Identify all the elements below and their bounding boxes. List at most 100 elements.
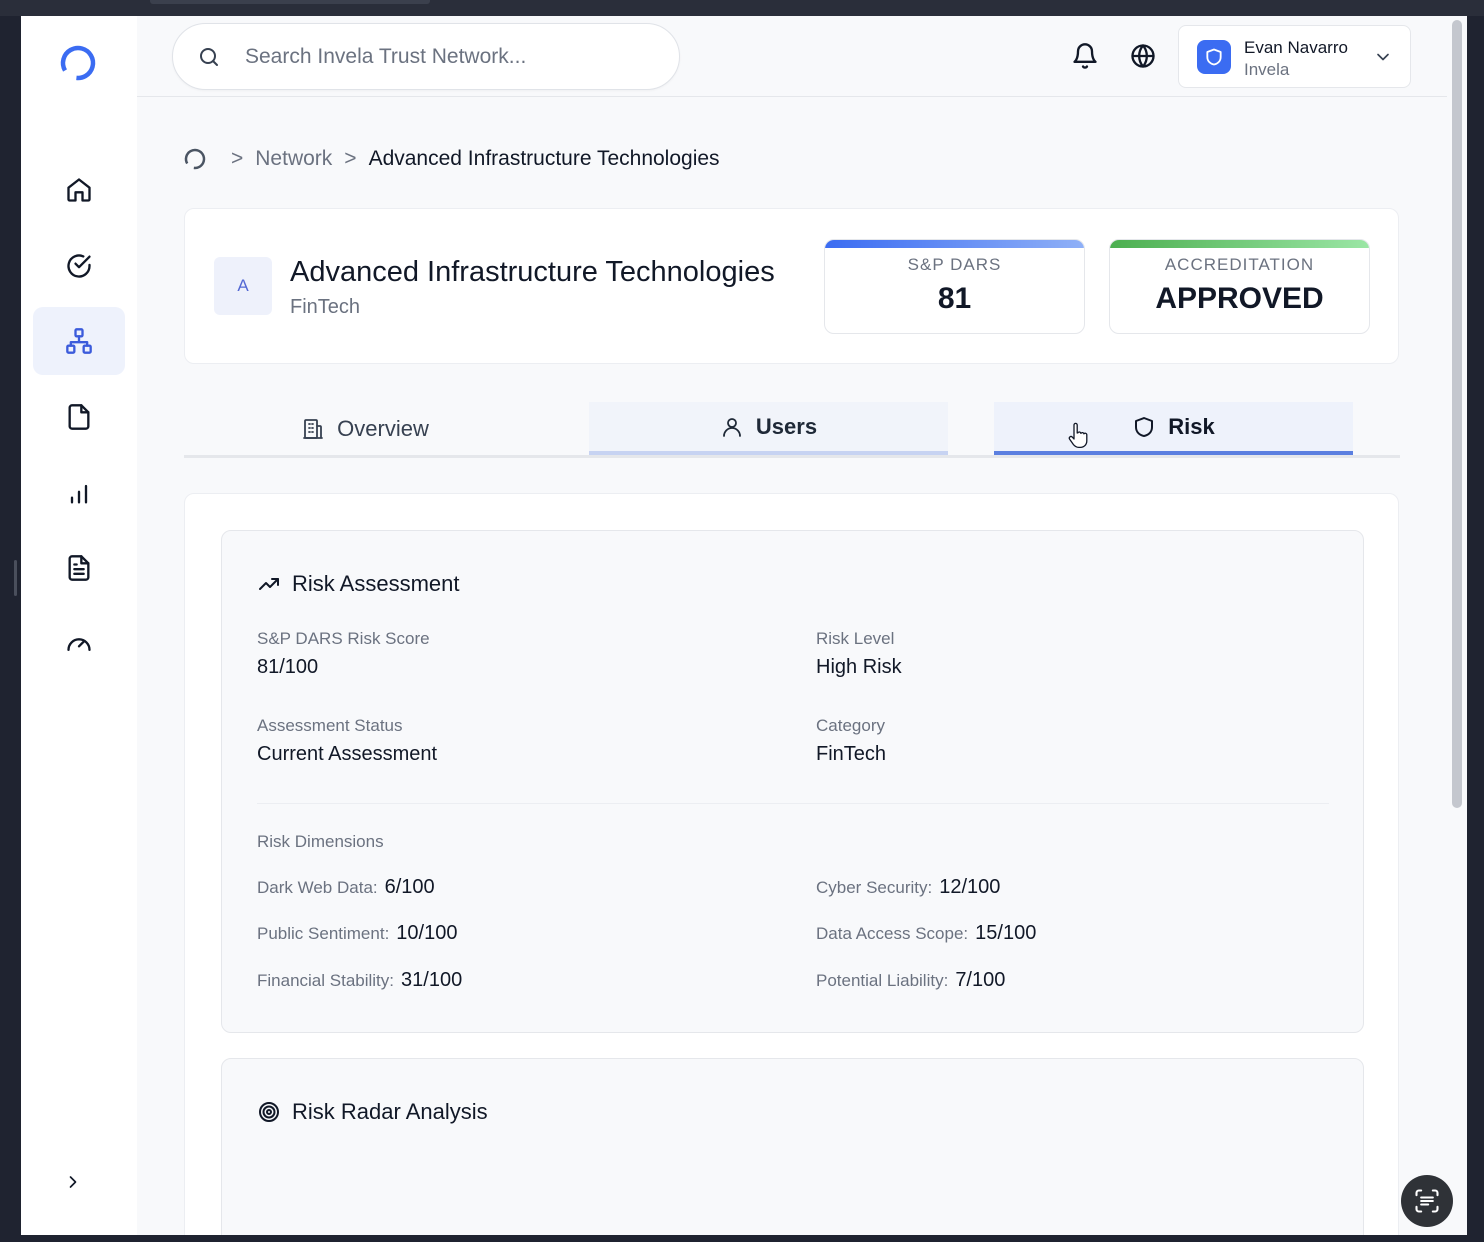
breadcrumb-network-link[interactable]: Network (255, 147, 332, 171)
globe-icon (1131, 44, 1155, 68)
dimension-value: 7/100 (955, 969, 1006, 991)
notifications-button[interactable] (1071, 42, 1099, 70)
sidebar-item-documents[interactable] (33, 534, 125, 602)
chevron-right-icon (69, 1176, 77, 1188)
tab-risk[interactable]: Risk (994, 402, 1353, 455)
stat-value: 81 (937, 282, 972, 315)
company-avatar: A (214, 257, 272, 315)
dimension-data-access-scope: Data Access Scope: 15/100 (816, 922, 1036, 945)
field-value: High Risk (816, 656, 902, 678)
search-icon (200, 47, 218, 66)
search-bar[interactable] (172, 23, 680, 90)
dimension-public-sentiment: Public Sentiment: 10/100 (257, 922, 457, 945)
tab-label: Overview (337, 415, 429, 441)
tab-label: Users (755, 413, 818, 439)
dimension-label: Dark Web Data: (257, 878, 378, 897)
home-logo-icon[interactable] (183, 147, 207, 171)
risk-radar-card: Risk Radar Analysis (221, 1058, 1364, 1235)
breadcrumb-separator: > (344, 147, 357, 170)
accreditation-card: ACCREDITATION APPROVED (1109, 239, 1370, 334)
dars-score-card: S&P DARS 81 (824, 239, 1085, 334)
scan-text-icon (1415, 1189, 1439, 1213)
sidebar-item-home[interactable] (33, 156, 125, 224)
target-icon (259, 1102, 279, 1122)
document-text-icon (68, 555, 90, 581)
invela-logo-icon[interactable] (57, 42, 99, 84)
company-tabs: Overview Users Risk (184, 402, 1400, 458)
browser-top-strip (0, 0, 1484, 16)
user-name: Evan Navarro (1244, 38, 1348, 57)
building-icon (303, 418, 324, 439)
company-name: Advanced Infrastructure Technologies (290, 256, 775, 288)
dimension-label: Cyber Security: (816, 878, 933, 897)
dimension-potential-liability: Potential Liability: 7/100 (816, 969, 1005, 992)
browser-tab-hint (150, 0, 430, 4)
window-resize-handle[interactable] (14, 560, 17, 596)
risk-radar-title: Risk Radar Analysis (257, 1099, 488, 1125)
home-icon (67, 178, 91, 202)
bell-icon (1073, 43, 1097, 69)
assessment-status-field: Assessment Status Current Assessment (257, 716, 437, 766)
company-category: FinTech (290, 296, 361, 318)
dimension-value: 31/100 (401, 969, 463, 991)
company-shield-avatar (1197, 40, 1231, 74)
dimension-financial-stability: Financial Stability: 31/100 (257, 969, 462, 992)
scan-button[interactable] (1401, 1175, 1453, 1227)
risk-level-field: Risk Level High Risk (816, 629, 902, 679)
app-window: Evan Navarro Invela > Network > Advanced… (21, 16, 1467, 1235)
file-icon (68, 404, 90, 430)
field-label: Category (816, 716, 885, 735)
sidebar-item-network[interactable] (33, 307, 125, 375)
dars-accent-bar (825, 240, 1084, 248)
risk-assessment-card: Risk Assessment S&P DARS Risk Score 81/1… (221, 530, 1364, 1033)
language-button[interactable] (1129, 42, 1157, 70)
dimension-label: Public Sentiment: (257, 924, 390, 943)
chevron-down-icon (1377, 53, 1389, 61)
tab-overview[interactable]: Overview (184, 402, 546, 455)
risk-dimensions-title: Risk Dimensions (257, 832, 384, 851)
sidebar-expand-button[interactable] (61, 1170, 85, 1194)
dimension-label: Data Access Scope: (816, 924, 969, 943)
search-input[interactable] (245, 44, 645, 69)
dimension-value: 12/100 (939, 876, 1001, 898)
user-menu[interactable]: Evan Navarro Invela (1178, 25, 1411, 88)
top-header: Evan Navarro Invela (137, 16, 1447, 97)
stat-value: APPROVED (1155, 282, 1324, 315)
field-label: Assessment Status (257, 716, 403, 735)
card-title-text: Risk Radar Analysis (292, 1099, 488, 1124)
field-value: Current Assessment (257, 743, 438, 765)
field-label: Risk Level (816, 629, 895, 648)
gauge-icon (67, 638, 91, 651)
bar-chart-icon (70, 484, 88, 504)
sidebar-item-insights[interactable] (33, 459, 125, 527)
dimension-cyber-security: Cyber Security: 12/100 (816, 876, 1000, 899)
tab-users[interactable]: Users (589, 402, 948, 455)
field-label: S&P DARS Risk Score (257, 629, 430, 648)
sidebar (21, 16, 137, 1235)
dimension-dark-web-data: Dark Web Data: 6/100 (257, 876, 435, 899)
dimension-label: Potential Liability: (816, 971, 949, 990)
sidebar-item-files[interactable] (33, 383, 125, 451)
hand-cursor-icon (1068, 422, 1088, 449)
risk-assessment-title: Risk Assessment (257, 571, 460, 597)
scrollbar-thumb[interactable] (1452, 20, 1462, 808)
user-org: Invela (1244, 60, 1290, 79)
dimension-value: 15/100 (975, 922, 1037, 944)
field-value: 81/100 (257, 656, 319, 678)
company-header-card: A Advanced Infrastructure Technologies F… (184, 208, 1399, 364)
shield-icon (1206, 48, 1222, 66)
sidebar-item-tasks[interactable] (33, 232, 125, 300)
accreditation-accent-bar (1110, 240, 1369, 248)
dimension-value: 10/100 (396, 922, 458, 944)
sidebar-item-dashboard[interactable] (33, 610, 125, 678)
trending-up-icon (259, 578, 279, 590)
section-divider (257, 803, 1329, 804)
tab-label: Risk (1168, 413, 1215, 439)
breadcrumb: > Network > Advanced Infrastructure Tech… (183, 146, 720, 172)
check-circle-icon (67, 254, 91, 278)
breadcrumb-separator: > (231, 147, 244, 170)
stat-label: S&P DARS (907, 255, 1002, 274)
dars-risk-score-field: S&P DARS Risk Score 81/100 (257, 629, 430, 679)
category-field: Category FinTech (816, 716, 886, 766)
breadcrumb-current: Advanced Infrastructure Technologies (368, 147, 720, 170)
